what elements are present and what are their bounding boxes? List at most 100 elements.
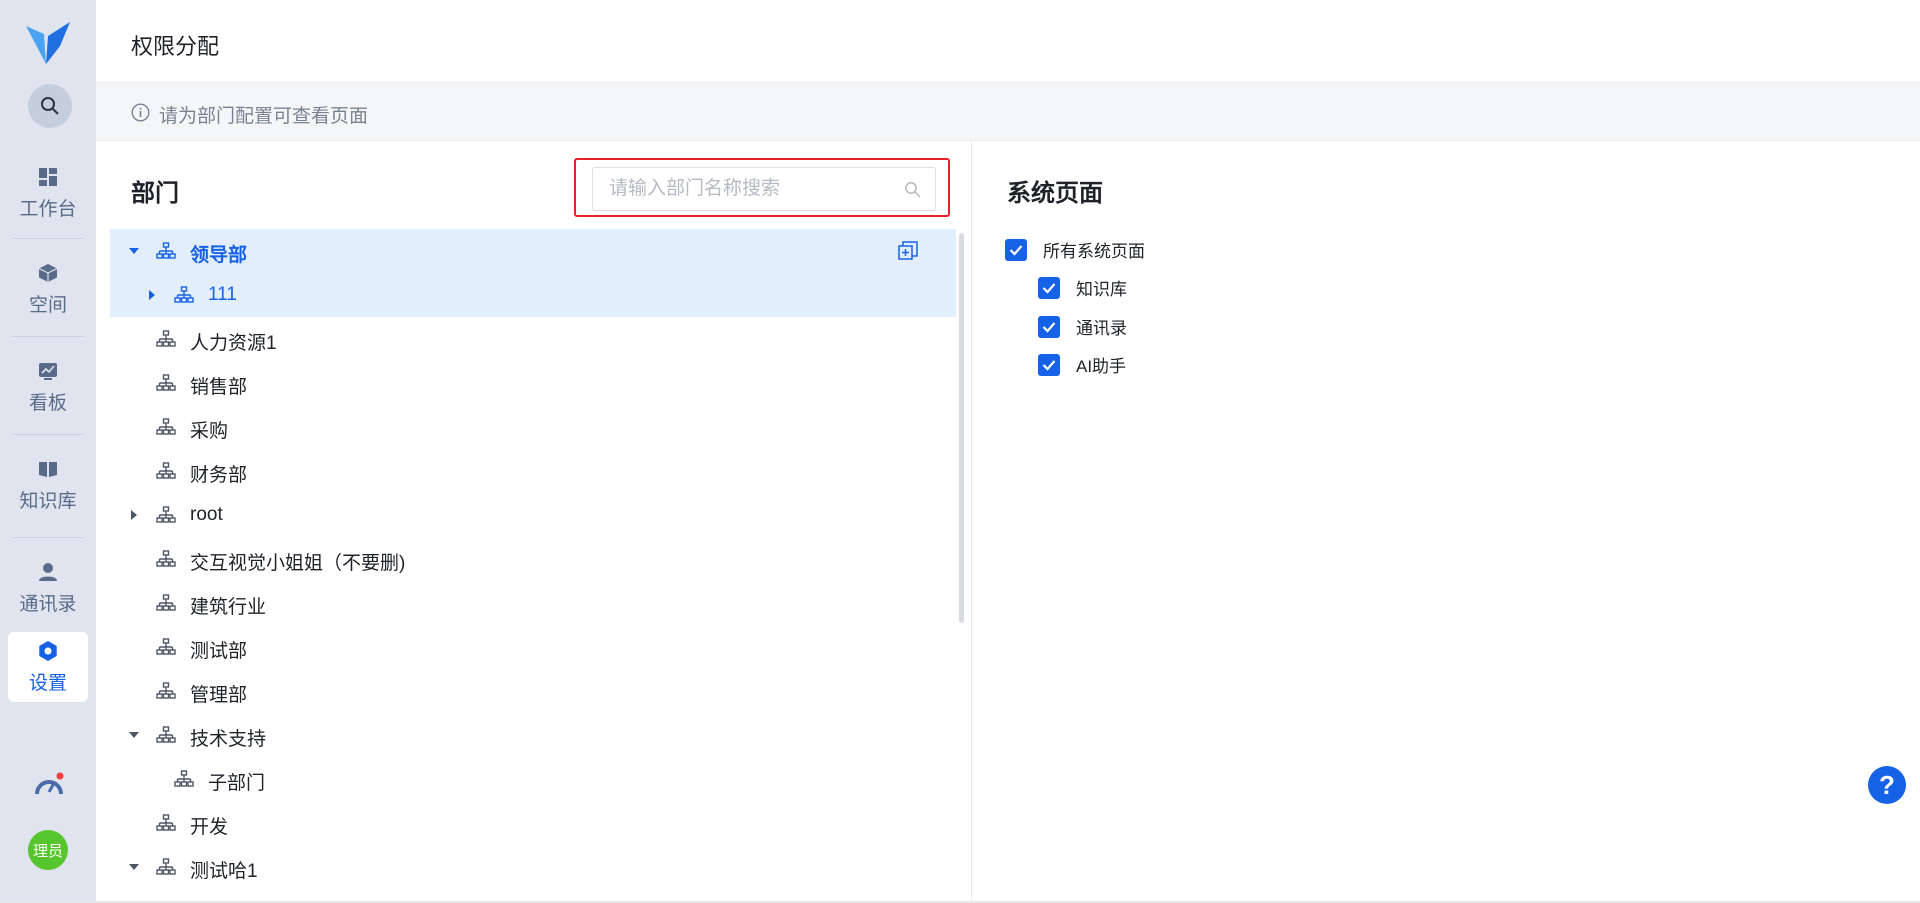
tree-row[interactable]: 建筑行业 — [110, 581, 956, 625]
checkbox-checked-icon[interactable] — [1038, 276, 1060, 299]
avatar[interactable]: 理员 — [28, 830, 68, 870]
tree-label: 管理部 — [190, 685, 248, 706]
checkbox-label: 知识库 — [1076, 280, 1127, 299]
org-structure-icon — [156, 374, 176, 391]
nav-label: 设置 — [28, 672, 67, 694]
org-structure-icon — [156, 858, 176, 875]
caret-right-icon[interactable] — [146, 289, 158, 301]
tree-label: 领导部 — [190, 245, 248, 266]
nav-divider — [12, 434, 84, 435]
search-highlight-frame — [574, 158, 950, 217]
tree-row[interactable]: 开发 — [110, 801, 956, 845]
tree-row[interactable]: 技术支持 — [110, 713, 956, 757]
system-pages-panel: 系统页面 所有系统页面 知识库 通讯录 AI助手 — [972, 141, 1920, 903]
tree-scrollbar[interactable] — [959, 233, 964, 623]
tree-row[interactable]: 领导部 — [110, 229, 956, 273]
tree-label: 交互视觉小姐姐（不要删) — [190, 553, 406, 574]
checkbox-checked-icon[interactable] — [1038, 315, 1060, 338]
nav-label: 通讯录 — [19, 593, 77, 615]
tree-label: 财务部 — [190, 465, 248, 486]
nav-item-contacts[interactable]: 通讯录 — [8, 553, 88, 623]
department-tree: 领导部 111 人力资源1 销售部 采购 财务部 root 交互视觉小姐姐（不要… — [110, 229, 956, 889]
nav-label: 看板 — [28, 392, 67, 414]
nav-divider — [12, 336, 84, 337]
help-button[interactable]: ? — [1868, 766, 1906, 804]
page-header: 权限分配 — [96, 0, 1920, 83]
checkbox-page-item[interactable]: 知识库 — [1038, 275, 1127, 300]
search-icon[interactable] — [904, 181, 921, 198]
tree-label: 开发 — [190, 817, 229, 838]
nav-label: 工作台 — [19, 198, 77, 220]
tree-row[interactable]: 管理部 — [110, 669, 956, 713]
system-pages-title: 系统页面 — [1007, 180, 1103, 207]
gear-icon — [37, 640, 59, 662]
tree-label: 子部门 — [208, 773, 266, 794]
org-structure-icon — [174, 770, 194, 787]
org-structure-icon — [156, 330, 176, 347]
tree-row[interactable]: 交互视觉小姐姐（不要删) — [110, 537, 956, 581]
caret-down-icon[interactable] — [128, 245, 140, 257]
department-search-input[interactable] — [593, 168, 935, 210]
tree-row[interactable]: 测试部 — [110, 625, 956, 669]
nav-label: 空间 — [28, 294, 67, 316]
checkbox-all-pages[interactable]: 所有系统页面 — [1005, 237, 1145, 262]
org-structure-icon — [156, 638, 176, 655]
tree-label: 人力资源1 — [190, 333, 277, 354]
question-mark-icon: ? — [1879, 769, 1895, 800]
org-structure-icon — [156, 506, 176, 523]
tree-row[interactable]: 111 — [110, 273, 956, 317]
add-copy-icon[interactable] — [898, 241, 918, 261]
tree-label: 测试部 — [190, 641, 248, 662]
org-structure-icon — [174, 286, 194, 303]
nav-divider — [12, 238, 84, 239]
nav-label: 知识库 — [19, 490, 77, 512]
tree-row[interactable]: 测试哈1 — [110, 845, 956, 889]
org-structure-icon — [156, 418, 176, 435]
org-structure-icon — [156, 682, 176, 699]
info-icon — [131, 103, 150, 122]
tree-label: 销售部 — [190, 377, 248, 398]
tree-row[interactable]: 人力资源1 — [110, 317, 956, 361]
checkbox-checked-icon[interactable] — [1038, 353, 1060, 376]
search-icon — [41, 97, 59, 115]
contacts-icon — [37, 561, 59, 583]
checkbox-label: AI助手 — [1076, 357, 1127, 376]
speedometer-icon[interactable] — [34, 772, 64, 800]
tree-label: 测试哈1 — [190, 861, 258, 882]
nav-item-board[interactable]: 看板 — [8, 352, 88, 422]
caret-down-icon[interactable] — [128, 861, 140, 873]
dashboard-icon — [37, 166, 59, 188]
cube-icon — [37, 262, 59, 284]
app-logo[interactable] — [24, 20, 72, 66]
caret-down-icon[interactable] — [128, 729, 140, 741]
tree-label: 建筑行业 — [190, 597, 267, 618]
tree-row[interactable]: root — [110, 493, 956, 537]
page-title: 权限分配 — [131, 34, 220, 59]
caret-right-icon[interactable] — [128, 509, 140, 521]
checkbox-page-item[interactable]: 通讯录 — [1038, 314, 1127, 339]
tree-label: 采购 — [190, 421, 229, 442]
checkbox-label: 通讯录 — [1076, 319, 1127, 338]
checkbox-page-item[interactable]: AI助手 — [1038, 352, 1126, 377]
nav-item-dashboard[interactable]: 工作台 — [8, 158, 88, 228]
tree-row[interactable]: 财务部 — [110, 449, 956, 493]
org-structure-icon — [156, 594, 176, 611]
tree-row[interactable]: 子部门 — [110, 757, 956, 801]
nav-item-space[interactable]: 空间 — [8, 254, 88, 324]
department-panel: 部门 领导部 111 人力资源1 销售部 — [96, 141, 971, 903]
checkbox-checked-icon[interactable] — [1005, 238, 1027, 261]
notice-text: 请为部门配置可查看页面 — [159, 106, 369, 127]
tree-row[interactable]: 销售部 — [110, 361, 956, 405]
org-structure-icon — [156, 814, 176, 831]
global-search-button[interactable] — [28, 84, 72, 128]
tree-row[interactable]: 采购 — [110, 405, 956, 449]
nav-divider — [12, 537, 84, 538]
department-search-box[interactable] — [592, 167, 936, 211]
tree-label: 技术支持 — [190, 729, 267, 750]
nav-item-knowledge[interactable]: 知识库 — [8, 450, 88, 520]
nav-item-settings[interactable]: 设置 — [8, 632, 88, 702]
book-icon — [37, 458, 59, 480]
org-structure-icon — [156, 462, 176, 479]
tree-label: 111 — [208, 284, 237, 305]
checkbox-label: 所有系统页面 — [1043, 242, 1145, 261]
